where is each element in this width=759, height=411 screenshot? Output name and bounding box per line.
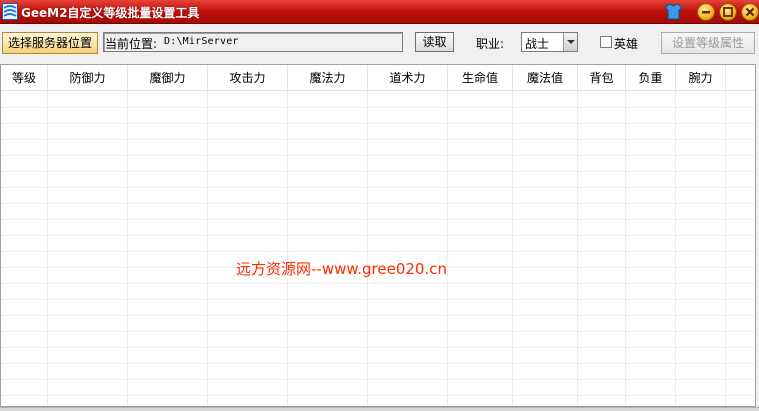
grid-line (1, 299, 755, 300)
path-value: D:\MirServer (164, 36, 239, 47)
column-header[interactable]: 负重 (626, 65, 676, 91)
app-logo-icon (2, 3, 18, 20)
table-header: 等级 防御力 魔御力 攻击力 魔法力 道术力 生命值 魔法值 背包 负重 腕力 (1, 65, 755, 91)
grid-line (1, 251, 755, 252)
grid-line (1, 203, 755, 204)
grid-line (1, 379, 755, 380)
path-label: 当前位置: (105, 37, 158, 51)
column-header[interactable]: 道术力 (368, 65, 448, 91)
grid-line (1, 155, 755, 156)
job-select[interactable]: 战士 (521, 32, 578, 52)
column-header[interactable]: 魔御力 (128, 65, 208, 91)
level-attribute-table[interactable]: 等级 防御力 魔御力 攻击力 魔法力 道术力 生命值 魔法值 背包 负重 腕力 (0, 64, 756, 407)
set-level-attributes-button[interactable]: 设置等级属性 (661, 32, 755, 54)
column-header[interactable]: 魔法力 (288, 65, 368, 91)
minimize-button[interactable] (697, 3, 715, 21)
read-button[interactable]: 读取 (415, 32, 454, 52)
grid-line (1, 347, 755, 348)
window-title: GeeM2自定义等级批量设置工具 (21, 6, 200, 20)
grid-line (1, 283, 755, 284)
grid-line (1, 107, 755, 108)
skin-shirt-icon[interactable] (664, 2, 683, 21)
hero-label[interactable]: 英雄 (614, 35, 638, 52)
grid-line (1, 395, 755, 396)
chevron-down-icon[interactable] (563, 33, 577, 51)
grid-line (1, 123, 755, 124)
hero-checkbox[interactable] (600, 36, 612, 48)
maximize-button[interactable] (719, 3, 737, 21)
select-server-button[interactable]: 选择服务器位置 (2, 32, 98, 54)
column-header[interactable]: 腕力 (676, 65, 726, 91)
grid-line (1, 187, 755, 188)
job-label: 职业: (476, 37, 505, 51)
column-header[interactable]: 背包 (578, 65, 626, 91)
grid-line (1, 363, 755, 364)
column-header[interactable]: 防御力 (48, 65, 128, 91)
column-header[interactable]: 魔法值 (513, 65, 578, 91)
grid-line (1, 235, 755, 236)
column-header[interactable]: 等级 (1, 65, 48, 91)
grid-line (1, 171, 755, 172)
grid-line (1, 139, 755, 140)
close-button[interactable] (741, 3, 759, 21)
status-bar (0, 407, 759, 411)
watermark-text: 远方资源网--www.gree020.cn (236, 260, 447, 278)
grid-line (1, 331, 755, 332)
current-path-field[interactable]: 当前位置: D:\MirServer (103, 32, 403, 52)
title-bar[interactable]: GeeM2自定义等级批量设置工具 (0, 0, 759, 24)
column-header[interactable]: 攻击力 (208, 65, 288, 91)
column-header[interactable]: 生命值 (448, 65, 513, 91)
grid-line (1, 315, 755, 316)
job-selected-value: 战士 (525, 37, 550, 51)
grid-line (1, 219, 755, 220)
